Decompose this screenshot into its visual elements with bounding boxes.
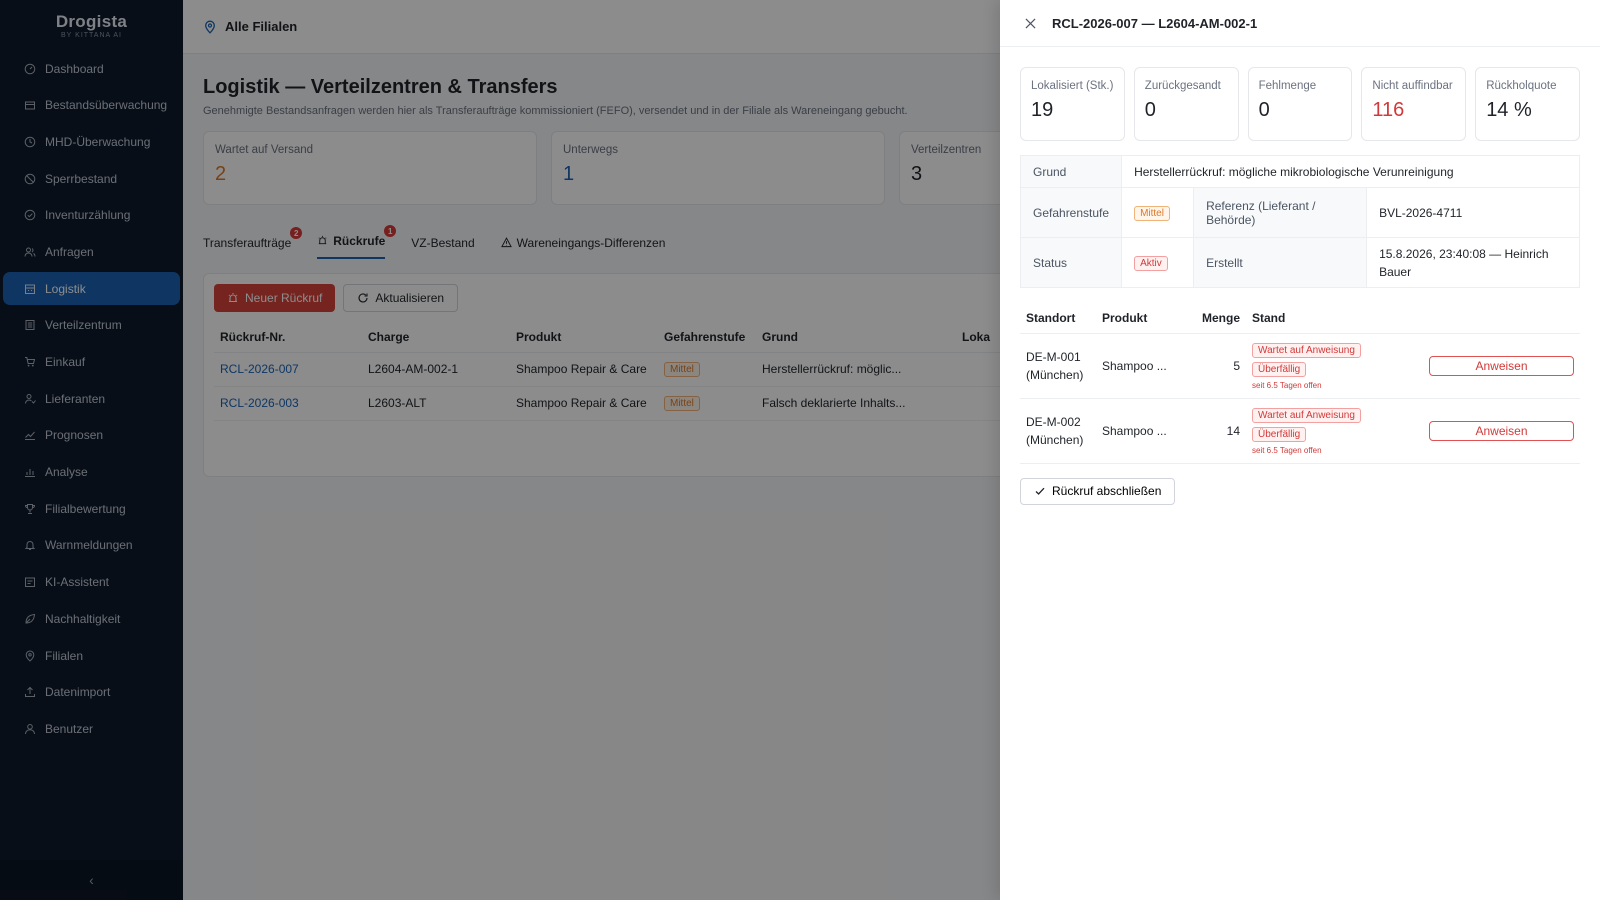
drawer-header: RCL-2026-007 — L2604-AM-002-1 [1000,0,1600,47]
table-row: DE-M-001 (München) Shampoo ... 5 Wartet auf… [1020,333,1580,399]
open-since-text: seit 6.5 Tagen offen [1252,380,1322,390]
awaiting-instruction-badge: Wartet auf Anweisung [1252,407,1361,423]
assign-button[interactable]: Anweisen [1429,420,1574,441]
modal-overlay[interactable] [0,0,1000,900]
kpi-value: 0 [1144,99,1156,121]
stand-cell: Wartet auf Anweisung Überfällig seit 6.5 T… [1246,333,1416,399]
status-cell: Aktiv [1121,237,1195,288]
product-cell: Shampoo ... [1096,333,1180,399]
kpi-label: Nicht auffindbar [1372,80,1453,92]
reason-value: Herstellerrückruf: mögliche mikrobiologi… [1121,155,1580,188]
recall-detail-drawer: RCL-2026-007 — L2604-AM-002-1 Lokalisier… [1000,0,1600,900]
location-cell: DE-M-001 (München) [1020,333,1096,399]
drawer-body: Lokalisiert (Stk.) 19 Zurückgesandt 0 Fehlme… [1000,47,1600,505]
col-stand: Stand [1246,303,1416,334]
kpi-card: Nicht auffindbar 116 [1361,67,1467,141]
kpi-card: Zurückgesandt 0 [1133,67,1239,141]
location-cell: DE-M-002 (München) [1020,398,1096,464]
status-badge: Aktiv [1134,255,1168,271]
created-label: Erstellt [1193,237,1368,288]
kpi-value: 0 [1258,99,1270,121]
level-badge: Mittel [1134,205,1170,221]
locations-table-header: Standort Produkt Menge Stand [1020,303,1580,334]
stand-cell: Wartet auf Anweisung Überfällig seit 6.5 T… [1246,398,1416,464]
col-produkt: Produkt [1096,303,1180,334]
awaiting-instruction-badge: Wartet auf Anweisung [1252,342,1361,358]
kpi-label: Zurückgesandt [1144,80,1221,92]
product-cell: Shampoo ... [1096,398,1180,464]
close-recall-label: Rückruf abschließen [1052,484,1162,498]
recall-kpis: Lokalisiert (Stk.) 19 Zurückgesandt 0 Fehlme… [1020,67,1580,141]
drawer-title: RCL-2026-007 — L2604-AM-002-1 [1052,15,1258,31]
level-label: Gefahrenstufe [1019,187,1123,238]
kpi-label: Lokalisiert (Stk.) [1031,80,1114,92]
reference-label: Referenz (Lieferant / Behörde) [1193,187,1368,238]
col-action [1416,303,1580,334]
level-cell: Mittel [1121,187,1195,238]
overdue-badge: Überfällig [1252,426,1307,442]
table-row: DE-M-002 (München) Shampoo ... 14 Wartet au… [1020,398,1580,464]
kpi-value: 116 [1372,99,1405,121]
reason-label: Grund [1019,155,1123,188]
assign-button[interactable]: Anweisen [1429,355,1574,376]
kpi-card: Fehlmenge 0 [1247,67,1353,141]
kpi-card: Lokalisiert (Stk.) 19 [1020,67,1125,141]
quantity-cell: 14 [1180,398,1246,464]
open-since-text: seit 6.5 Tagen offen [1252,445,1322,455]
reference-value: BVL-2026-4711 [1366,187,1580,238]
close-recall-button[interactable]: Rückruf abschließen [1020,477,1176,505]
kpi-label: Rückholquote [1486,80,1557,92]
kpi-value: 19 [1031,99,1054,121]
checkmark-icon [1034,485,1046,497]
status-label: Status [1019,237,1123,288]
kpi-label: Fehlmenge [1258,80,1317,92]
quantity-cell: 5 [1180,333,1246,399]
kpi-card: Rückholquote 14 % [1475,67,1580,141]
recall-info-table: Grund Herstellerrückruf: mögliche mikrob… [1019,155,1580,288]
col-standort: Standort [1020,303,1096,334]
locations-table: Standort Produkt Menge Stand DE-M-001 (M… [1020,303,1580,464]
overdue-badge: Überfällig [1252,361,1307,377]
created-value: 15.8.2026, 23:40:08 — Heinrich Bauer [1366,237,1580,288]
kpi-value: 14 % [1486,99,1532,121]
col-menge: Menge [1180,303,1246,334]
close-icon[interactable] [1022,15,1038,31]
